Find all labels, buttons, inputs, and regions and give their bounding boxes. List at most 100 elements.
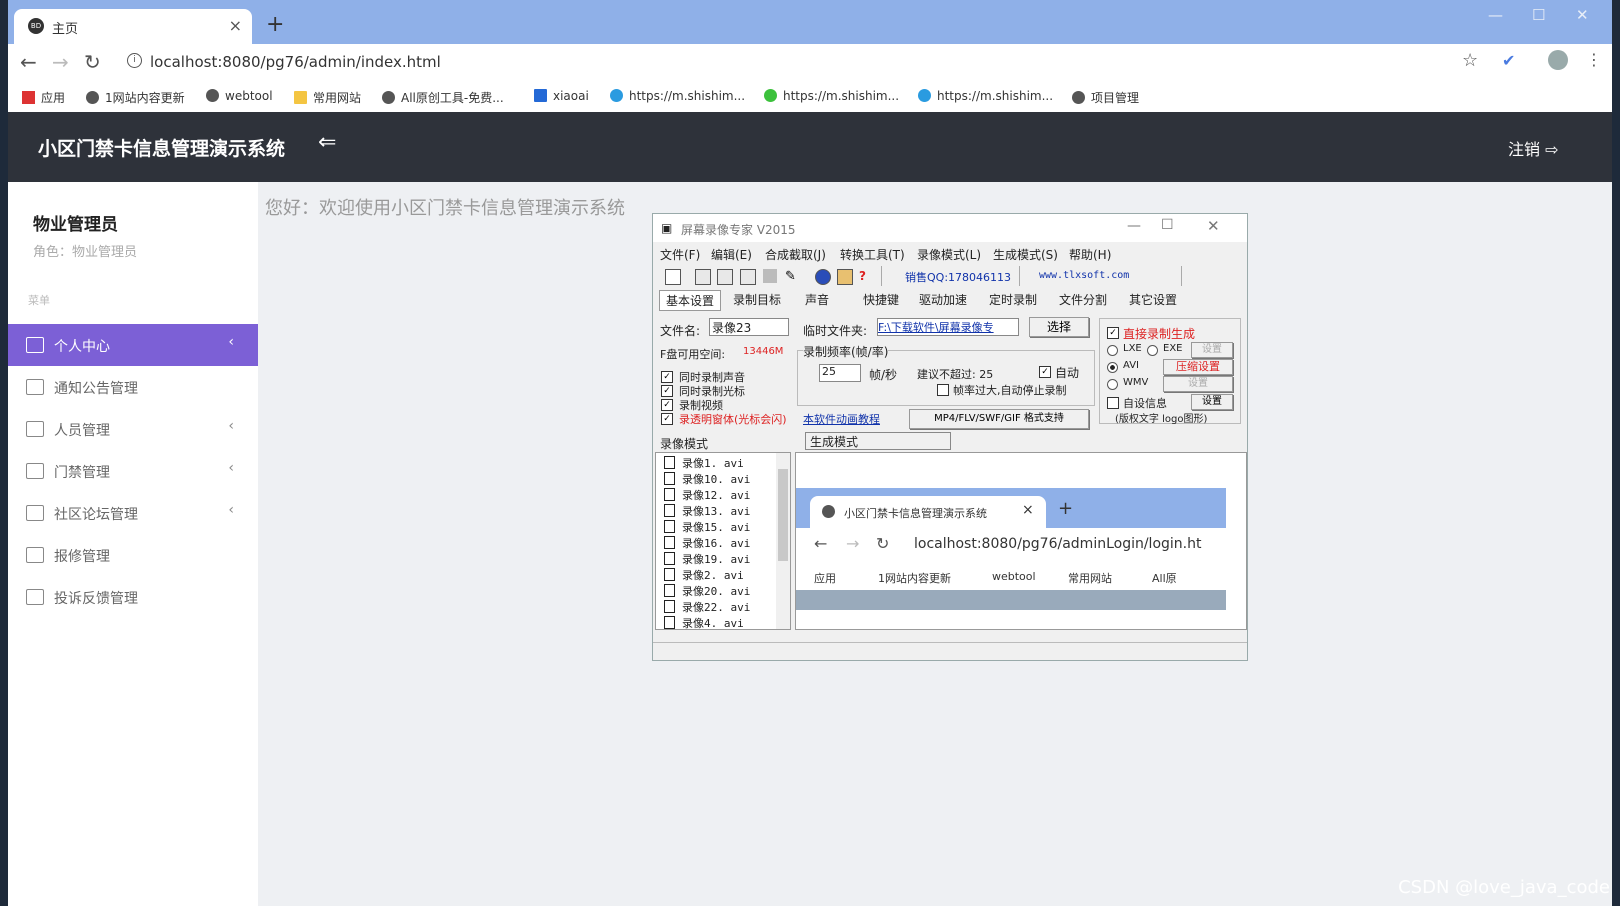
preview-url[interactable]: localhost:8080/pg76/adminLogin/login.ht xyxy=(914,536,1201,552)
radio-wmv[interactable] xyxy=(1107,379,1118,390)
tab-basic-settings[interactable]: 基本设置 xyxy=(659,290,722,311)
wmv-settings-button[interactable]: 设置 xyxy=(1163,376,1233,392)
stop-icon[interactable] xyxy=(740,269,756,285)
record-sound-checkbox[interactable]: ✓ xyxy=(661,371,673,383)
maximize-icon[interactable]: ☐ xyxy=(1161,217,1174,233)
bookmark-folder[interactable]: 常用网站 xyxy=(294,89,361,106)
sidebar-item-forum[interactable]: 社区论坛管理 ‹ xyxy=(8,492,258,534)
bookmark-star-icon[interactable]: ☆ xyxy=(1462,50,1478,71)
bookmark-item[interactable]: https://m.shishim... xyxy=(610,89,745,103)
new-tab-button[interactable]: + xyxy=(1058,498,1073,519)
tab-file-split[interactable]: 文件分割 xyxy=(1059,291,1107,308)
fps-input[interactable]: 25 xyxy=(819,364,861,382)
sidebar-item-repairs[interactable]: 报修管理 xyxy=(8,534,258,576)
minimize-icon[interactable]: — xyxy=(1127,218,1141,234)
preview-tab[interactable]: 小区门禁卡信息管理演示系统 × xyxy=(810,496,1046,528)
menu-file[interactable]: 文件(F) xyxy=(660,246,700,263)
file-list[interactable]: 录像1. avi 录像10. avi 录像12. avi 录像13. avi 录… xyxy=(655,452,791,630)
list-item[interactable]: 录像16. avi xyxy=(664,535,750,551)
list-item[interactable]: 录像19. avi xyxy=(664,551,750,567)
preview-bookmark[interactable]: 应用 xyxy=(814,570,836,586)
globe-icon[interactable] xyxy=(815,269,831,285)
menu-gen-mode[interactable]: 生成模式(S) xyxy=(993,246,1058,263)
list-item[interactable]: 录像22. avi xyxy=(664,599,750,615)
bookmark-item[interactable]: 项目管理 xyxy=(1072,89,1139,106)
filename-input[interactable]: 录像23 xyxy=(709,318,789,336)
info-icon[interactable]: i xyxy=(127,53,142,68)
list-item[interactable]: 录像20. avi xyxy=(664,583,750,599)
record-region-icon[interactable] xyxy=(695,269,711,285)
list-item[interactable]: 录像4. avi xyxy=(664,615,744,629)
bookmark-item[interactable]: https://m.shishim... xyxy=(764,89,899,103)
direct-record-checkbox[interactable]: ✓ xyxy=(1107,327,1119,339)
select-folder-button[interactable]: 选择 xyxy=(1029,317,1089,337)
bookmark-item[interactable]: 1网站内容更新 xyxy=(86,89,185,106)
menu-edit[interactable]: 编辑(E) xyxy=(711,246,752,263)
gift-icon[interactable] xyxy=(837,269,853,285)
scrollbar-thumb[interactable] xyxy=(778,469,788,561)
bookmark-item[interactable]: webtool xyxy=(206,89,273,103)
bookmark-item[interactable]: https://m.shishim... xyxy=(918,89,1053,103)
sidebar-item-notices[interactable]: 通知公告管理 xyxy=(8,366,258,408)
pause-icon[interactable] xyxy=(717,269,733,285)
help-icon[interactable]: ? xyxy=(859,269,873,283)
tab-driver-accel[interactable]: 驱动加速 xyxy=(919,291,967,308)
custom-info-settings-button[interactable]: 设置 xyxy=(1191,394,1233,410)
sidebar-item-complaints[interactable]: 投诉反馈管理 xyxy=(8,576,258,618)
close-window-icon[interactable]: ✕ xyxy=(1576,6,1589,24)
custom-info-checkbox[interactable] xyxy=(1107,397,1119,409)
formats-button[interactable]: MP4/FLV/SWF/GIF 格式支持 xyxy=(909,409,1089,429)
preview-bookmark[interactable]: 常用网站 xyxy=(1068,570,1112,586)
close-icon[interactable]: ✕ xyxy=(1207,217,1220,235)
preview-bookmark[interactable]: All原 xyxy=(1152,570,1177,586)
back-icon[interactable]: ← xyxy=(20,50,37,74)
sidebar-item-personnel[interactable]: 人员管理 ‹ xyxy=(8,408,258,450)
menu-toggle-icon[interactable]: ⇐ xyxy=(318,130,336,155)
wrench-icon[interactable]: ✎ xyxy=(785,269,799,284)
tab-scheduled[interactable]: 定时录制 xyxy=(989,291,1037,308)
tab-sound[interactable]: 声音 xyxy=(805,291,829,308)
record-video-checkbox[interactable]: ✓ xyxy=(661,399,673,411)
compress-settings-button[interactable]: 压缩设置 xyxy=(1163,359,1233,375)
reload-icon[interactable]: ↻ xyxy=(84,50,101,74)
preview-bookmark[interactable]: 1网站内容更新 xyxy=(878,570,951,586)
close-tab-icon[interactable]: × xyxy=(1022,502,1034,518)
tab-record-target[interactable]: 录制目标 xyxy=(733,291,781,308)
menu-convert[interactable]: 转换工具(T) xyxy=(840,246,905,263)
profile-avatar[interactable] xyxy=(1548,50,1568,70)
website[interactable]: www.tlxsoft.com xyxy=(1039,270,1129,281)
logout-button[interactable]: 注销 ⇨ xyxy=(1508,136,1559,160)
menu-kebab-icon[interactable]: ⋮ xyxy=(1586,50,1602,69)
close-tab-icon[interactable]: × xyxy=(229,16,242,35)
menu-help[interactable]: 帮助(H) xyxy=(1069,246,1111,263)
browser-tab[interactable]: BD 主页 × xyxy=(14,9,252,44)
list-item[interactable]: 录像2. avi xyxy=(664,567,744,583)
preview-bookmark[interactable]: webtool xyxy=(992,570,1036,583)
list-item[interactable]: 录像13. avi xyxy=(664,503,750,519)
gen-mode-label[interactable]: 生成模式 xyxy=(805,432,951,450)
back-icon[interactable]: ← xyxy=(814,534,827,553)
record-cursor-checkbox[interactable]: ✓ xyxy=(661,385,673,397)
list-item[interactable]: 录像15. avi xyxy=(664,519,750,535)
list-item[interactable]: 录像10. avi xyxy=(664,471,750,487)
bookmark-item[interactable]: xiaoai xyxy=(534,89,589,103)
radio-avi[interactable] xyxy=(1107,362,1118,373)
maximize-icon[interactable]: ☐ xyxy=(1532,6,1545,24)
record-transparent-checkbox[interactable]: ✓ xyxy=(661,413,673,425)
auto-checkbox[interactable]: ✓ xyxy=(1039,366,1051,378)
radio-exe[interactable] xyxy=(1147,345,1158,356)
list-item[interactable]: 录像12. avi xyxy=(664,487,750,503)
menu-compose[interactable]: 合成截取(J) xyxy=(765,246,826,263)
tutorial-link[interactable]: 本软件动画教程 xyxy=(803,411,880,427)
extension-icon[interactable]: ✔ xyxy=(1502,51,1515,70)
reload-icon[interactable]: ↻ xyxy=(876,534,889,553)
url-text[interactable]: localhost:8080/pg76/admin/index.html xyxy=(150,53,441,71)
bookmark-apps[interactable]: 应用 xyxy=(22,89,65,106)
new-tab-button[interactable]: + xyxy=(266,12,284,37)
new-file-icon[interactable] xyxy=(665,269,681,285)
forward-icon[interactable]: → xyxy=(846,534,859,553)
sidebar-item-personal-center[interactable]: 个人中心 ‹ xyxy=(8,324,258,366)
sidebar-item-access-control[interactable]: 门禁管理 ‹ xyxy=(8,450,258,492)
list-item[interactable]: 录像1. avi xyxy=(664,455,744,471)
forward-icon[interactable]: → xyxy=(52,50,69,74)
